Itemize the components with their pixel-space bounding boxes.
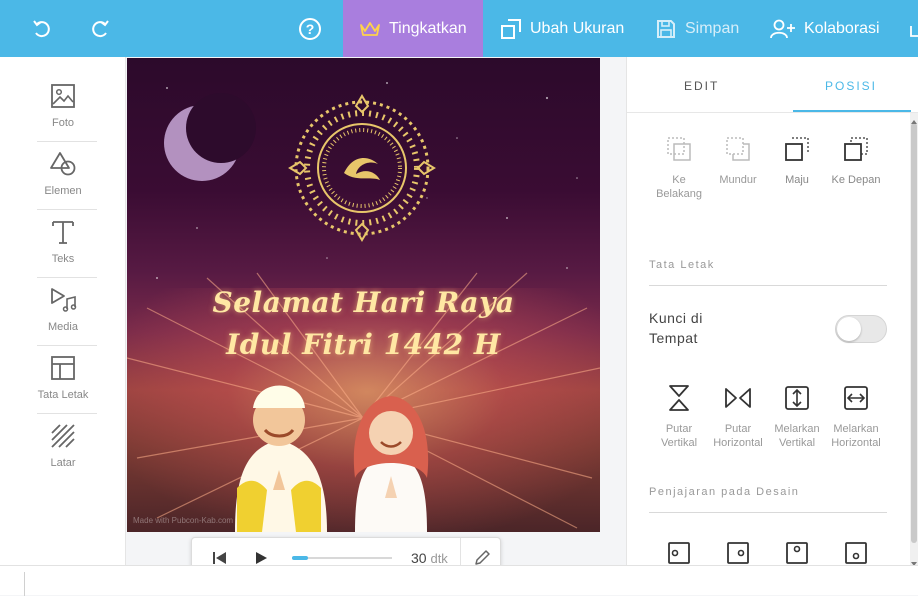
section-divider xyxy=(649,285,887,286)
duration-readout: 30 dtk xyxy=(411,550,448,566)
send-to-back-button[interactable]: Ke Belakang xyxy=(649,135,709,201)
collaborate-label: Kolaborasi xyxy=(804,19,880,37)
bottom-bar xyxy=(0,565,918,596)
send-to-back-label: Ke Belakang xyxy=(656,174,702,200)
duration-unit: dtk xyxy=(430,551,448,566)
collaborate-button[interactable]: Kolaborasi xyxy=(770,0,880,57)
bring-forward-label: Maju xyxy=(785,174,809,186)
sidebar-item-media[interactable]: Media xyxy=(29,275,97,343)
tab-divider xyxy=(627,112,918,113)
ornament-medallion xyxy=(288,94,436,242)
sidebar-item-label: Teks xyxy=(51,253,75,265)
scrollbar-thumb[interactable] xyxy=(911,123,917,543)
boy-illustration xyxy=(235,385,327,532)
sidebar-item-layout[interactable]: Tata Letak xyxy=(29,343,97,411)
duration-value: 30 xyxy=(411,550,427,566)
sidebar-item-label: Latar xyxy=(50,457,76,469)
svg-text:?: ? xyxy=(306,21,315,37)
stretch-horizontal-button[interactable]: Melarkan Horizontal xyxy=(826,384,886,450)
align-section-title: Penjajaran pada Desain xyxy=(649,486,800,498)
sidebar-item-label: Foto xyxy=(51,117,74,129)
bring-forward-button[interactable]: Maju xyxy=(767,135,827,187)
timeline-slider[interactable] xyxy=(292,556,392,560)
resize-button[interactable]: Ubah Ukuran xyxy=(500,0,624,57)
background-icon xyxy=(50,423,76,452)
toggle-knob xyxy=(837,317,861,341)
bring-to-front-label: Ke Depan xyxy=(831,174,881,186)
flip-vertical-button[interactable]: Putar Vertikal xyxy=(649,384,709,450)
top-toolbar: ? Tingkatkan Ubah Ukuran Simpan Kolabora… xyxy=(0,0,918,57)
send-backward-button[interactable]: Mundur xyxy=(708,135,768,187)
properties-panel: EDIT POSISI Ke Belakang Mundur Maju Ke D… xyxy=(626,57,918,566)
save-label: Simpan xyxy=(685,19,740,37)
add-user-icon xyxy=(770,18,796,40)
lock-in-place-label: Kunci di Tempat xyxy=(649,310,703,346)
canvas-area: Selamat Hari Raya Idul Fitri 1442 H Made… xyxy=(127,57,626,565)
stretch-horizontal-label: Melarkan Horizontal xyxy=(831,423,881,449)
send-backward-icon xyxy=(724,135,752,167)
save-button[interactable]: Simpan xyxy=(655,0,739,57)
design-canvas[interactable]: Selamat Hari Raya Idul Fitri 1442 H Made… xyxy=(127,58,600,532)
sidebar-item-photo[interactable]: Foto xyxy=(29,71,97,139)
stretch-vertical-button[interactable]: Melarkan Vertikal xyxy=(767,384,827,450)
resize-icon xyxy=(500,18,522,40)
timeline-progress xyxy=(292,556,308,560)
crown-icon xyxy=(359,20,381,38)
stretch-horizontal-icon xyxy=(842,384,870,416)
send-backward-label: Mundur xyxy=(719,174,757,186)
layout-icon xyxy=(50,355,76,384)
flip-horizontal-label: Putar Horizontal xyxy=(713,423,763,449)
upgrade-button[interactable]: Tingkatkan xyxy=(343,0,483,57)
flip-horizontal-icon xyxy=(724,384,752,416)
scroll-down-icon[interactable] xyxy=(910,555,918,566)
stretch-vertical-label: Melarkan Vertikal xyxy=(774,423,820,449)
image-icon xyxy=(50,83,76,112)
panel-scrollbar[interactable] xyxy=(910,113,918,566)
help-icon[interactable]: ? xyxy=(298,0,322,57)
tab-edit[interactable]: EDIT xyxy=(684,79,719,93)
sidebar-item-elements[interactable]: Elemen xyxy=(29,139,97,207)
undo-icon[interactable] xyxy=(31,0,53,57)
stretch-vertical-icon xyxy=(783,384,811,416)
shapes-icon xyxy=(49,151,77,180)
resize-label: Ubah Ukuran xyxy=(530,19,625,37)
sidebar-item-label: Elemen xyxy=(44,185,82,197)
flip-vertical-icon xyxy=(666,384,692,416)
bring-to-front-button[interactable]: Ke Depan xyxy=(826,135,886,187)
bottom-bar-divider xyxy=(24,572,25,596)
bring-to-front-icon xyxy=(842,135,870,167)
crescent-moon xyxy=(164,93,256,181)
media-icon xyxy=(49,287,77,316)
scroll-up-icon[interactable] xyxy=(910,113,918,124)
flip-vertical-label: Putar Vertikal xyxy=(660,423,698,449)
flip-horizontal-button[interactable]: Putar Horizontal xyxy=(708,384,768,450)
bring-forward-icon xyxy=(783,135,811,167)
download-icon[interactable] xyxy=(908,0,918,57)
greeting-line-1: Selamat Hari Raya xyxy=(212,286,515,319)
greeting-line-2: Idul Fitri 1442 H xyxy=(226,328,501,361)
tab-position[interactable]: POSISI xyxy=(825,79,877,93)
sidebar-item-text[interactable]: Teks xyxy=(29,207,97,275)
text-icon xyxy=(50,219,76,248)
redo-icon[interactable] xyxy=(89,0,111,57)
girl-illustration xyxy=(353,396,429,532)
sidebar-item-label: Media xyxy=(48,321,78,333)
layout-section-title: Tata Letak xyxy=(649,259,715,271)
sidebar-item-background[interactable]: Latar xyxy=(29,411,97,479)
lock-in-place-toggle[interactable] xyxy=(835,315,887,343)
save-icon xyxy=(655,18,677,40)
sidebar-item-label: Tata Letak xyxy=(37,389,89,401)
watermark: Made with Pubcon-Kab.com xyxy=(133,516,234,525)
send-to-back-icon xyxy=(665,135,693,167)
section-divider xyxy=(649,512,887,513)
upgrade-label: Tingkatkan xyxy=(389,19,467,37)
left-sidebar: Foto Elemen Teks Media Tata Letak Latar xyxy=(0,57,126,565)
